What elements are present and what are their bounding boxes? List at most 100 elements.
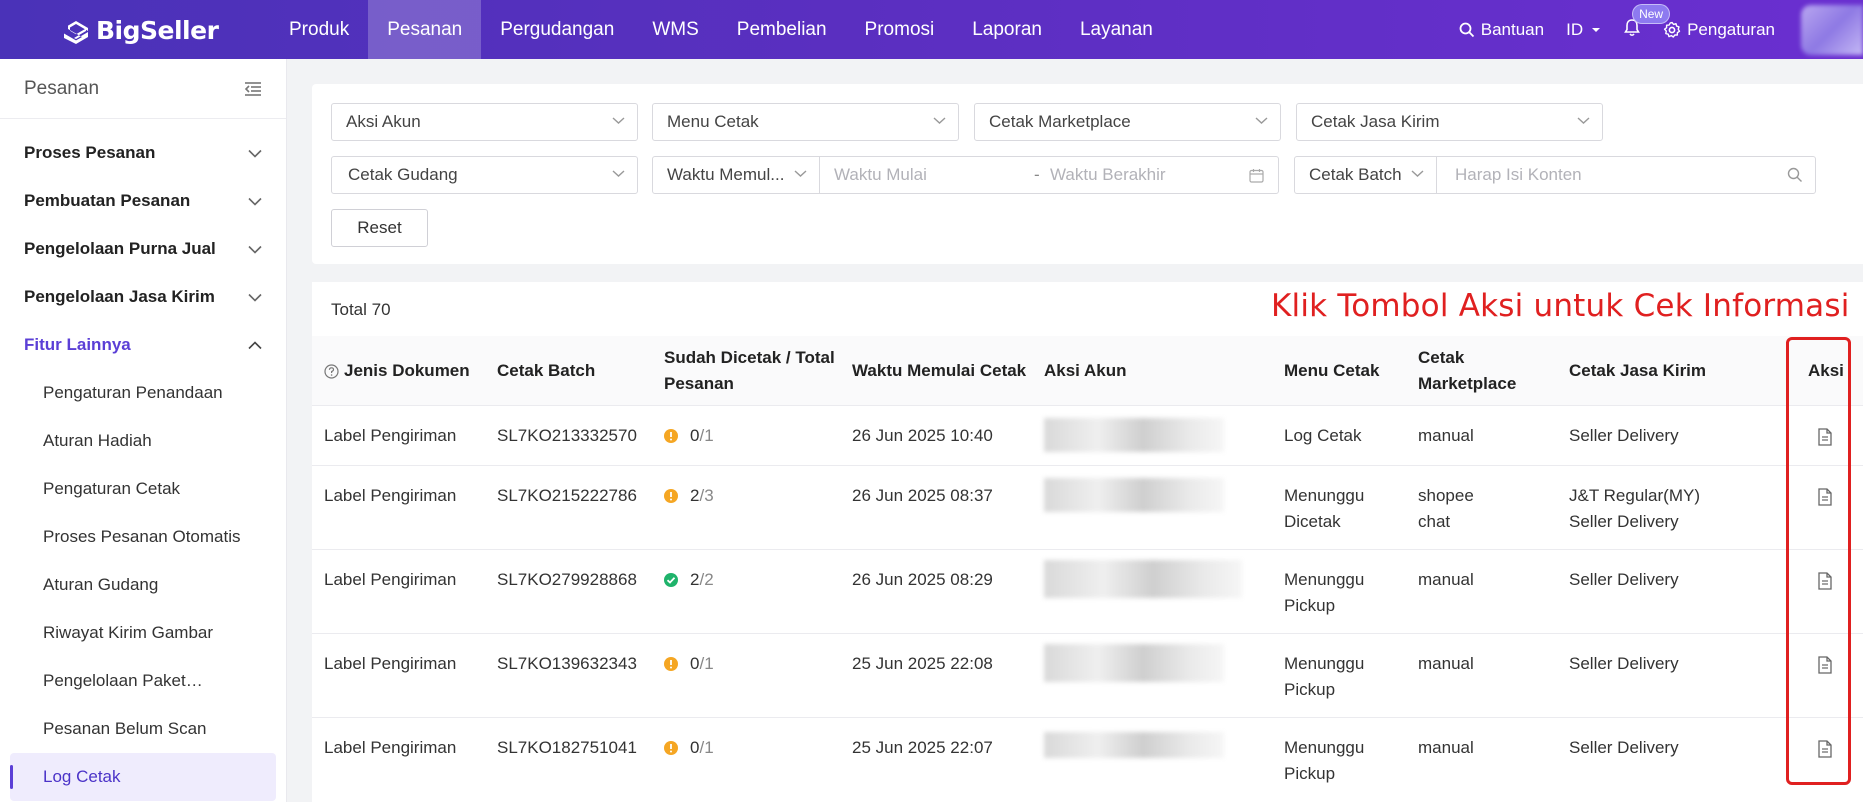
cell-menu: Menunggu Pickup: [1284, 567, 1364, 619]
cell-menu-line-2: Pickup: [1284, 764, 1336, 783]
table-row: Label Pengiriman SL7KO182751041 0/1 25 J…: [312, 718, 1863, 802]
nav-pesanan[interactable]: Pesanan: [368, 0, 482, 59]
cetak-jasa-kirim-select[interactable]: Cetak Jasa Kirim: [1296, 103, 1603, 141]
settings-link[interactable]: Pengaturan: [1663, 20, 1775, 40]
nav-promosi[interactable]: Promosi: [846, 0, 954, 59]
chevron-down-icon: [933, 117, 946, 124]
sidebar-group-label: Fitur Lainnya: [24, 335, 131, 354]
cell-waktu: 26 Jun 2025 08:37: [852, 486, 993, 505]
cell-jenis: Label Pengiriman: [324, 426, 457, 445]
nav-wms[interactable]: WMS: [633, 0, 717, 59]
logo-text: BigSeller: [96, 15, 219, 45]
search-icon: [1459, 22, 1474, 37]
menu-cetak-select[interactable]: Menu Cetak: [652, 103, 959, 141]
main-nav: Produk Pesanan Pergudangan WMS Pembelian…: [270, 0, 1172, 59]
cell-batch: SL7KO182751041: [497, 738, 637, 757]
cetak-gudang-select[interactable]: Cetak Gudang: [331, 156, 638, 194]
aksi-akun-placeholder: Aksi Akun: [346, 112, 421, 131]
cell-waktu: 25 Jun 2025 22:08: [852, 654, 993, 673]
search-type-select[interactable]: Cetak Batch: [1294, 156, 1437, 194]
cell-marketplace: shopee chat: [1418, 483, 1474, 535]
menu-cetak-placeholder: Menu Cetak: [667, 112, 759, 131]
nav-pergudangan[interactable]: Pergudangan: [481, 0, 633, 59]
start-date-input[interactable]: Waktu Mulai: [834, 165, 1034, 185]
cell-batch: SL7KO139632343: [497, 654, 637, 673]
end-date-input[interactable]: Waktu Berakhir: [1050, 165, 1230, 185]
cell-marketplace: manual: [1418, 651, 1474, 677]
language-select[interactable]: ID: [1566, 20, 1601, 40]
cell-menu-line-1: Menunggu: [1284, 486, 1365, 505]
nav-pembelian[interactable]: Pembelian: [718, 0, 846, 59]
cell-status: 2/2: [664, 567, 714, 593]
aksi-akun-select[interactable]: Aksi Akun: [331, 103, 638, 141]
date-range-picker[interactable]: Waktu Mulai - Waktu Berakhir: [819, 156, 1279, 194]
language-label: ID: [1566, 19, 1584, 39]
document-icon[interactable]: [1817, 740, 1833, 758]
menu-collapse-icon[interactable]: [244, 81, 262, 97]
sidebar-group-pembuatan-pesanan[interactable]: Pembuatan Pesanan: [0, 177, 286, 225]
sidebar-item-aturan-gudang[interactable]: Aturan Gudang: [0, 561, 286, 609]
document-icon[interactable]: [1817, 572, 1833, 590]
sidebar-item-pengelolaan-paket[interactable]: Pengelolaan Paket…: [0, 657, 286, 705]
cetak-marketplace-select[interactable]: Cetak Marketplace: [974, 103, 1281, 141]
print-log-table: Total 70 Jenis Dokumen Cetak Batch Sudah…: [312, 282, 1863, 802]
sidebar-group-purna-jual[interactable]: Pengelolaan Purna Jual: [0, 225, 286, 273]
cell-marketplace: manual: [1418, 735, 1474, 761]
col-cetak-marketplace: Cetak Marketplace: [1418, 336, 1516, 406]
total-orders: /1: [699, 654, 714, 673]
col-jenis-label: Jenis Dokumen: [344, 361, 470, 380]
cell-mp-line-1: shopee: [1418, 486, 1474, 505]
chevron-down-icon: [612, 117, 625, 124]
nav-laporan[interactable]: Laporan: [953, 0, 1061, 59]
sidebar: Pesanan Proses Pesanan Pembuatan Pesanan…: [0, 59, 287, 802]
annotation-text: Klik Tombol Aksi untuk Cek Informasi: [1271, 288, 1850, 324]
filter-panel: Aksi Akun Menu Cetak Cetak Marketplace C…: [312, 84, 1863, 264]
waktu-type-select[interactable]: Waktu Memul...: [652, 156, 820, 194]
reset-button[interactable]: Reset: [331, 209, 428, 247]
nav-layanan[interactable]: Layanan: [1061, 0, 1172, 59]
logo[interactable]: BigSeller: [62, 14, 219, 46]
cell-mp-line-1: manual: [1418, 738, 1474, 757]
cell-menu-line-1: Menunggu: [1284, 654, 1365, 673]
sidebar-group-fitur-lainnya[interactable]: Fitur Lainnya: [0, 321, 286, 369]
cetak-gudang-placeholder: Cetak Gudang: [348, 165, 458, 184]
help-link[interactable]: Bantuan: [1459, 20, 1544, 40]
sidebar-item-proses-pesanan-otomatis[interactable]: Proses Pesanan Otomatis: [0, 513, 286, 561]
question-circle-icon[interactable]: [324, 363, 339, 379]
col-waktu-memulai-cetak: Waktu Memulai Cetak: [852, 361, 1027, 380]
document-icon[interactable]: [1817, 428, 1833, 446]
gear-icon: [1663, 21, 1681, 38]
printed-count: 0: [690, 426, 700, 445]
cell-jasa-line-2: Seller Delivery: [1569, 512, 1679, 531]
sidebar-item-aturan-hadiah[interactable]: Aturan Hadiah: [0, 417, 286, 465]
cell-mp-line-1: manual: [1418, 570, 1474, 589]
col-sudah-label-1: Sudah Dicetak / Total: [664, 348, 835, 367]
sidebar-item-pengaturan-penandaan[interactable]: Pengaturan Penandaan: [0, 369, 286, 417]
sidebar-item-pengaturan-cetak[interactable]: Pengaturan Cetak: [0, 465, 286, 513]
sidebar-item-riwayat-kirim-gambar[interactable]: Riwayat Kirim Gambar: [0, 609, 286, 657]
cetak-jasa-kirim-placeholder: Cetak Jasa Kirim: [1311, 112, 1440, 131]
cell-jasa-line-1: Seller Delivery: [1569, 570, 1679, 589]
search-input[interactable]: Harap Isi Konten: [1436, 156, 1816, 194]
chevron-down-icon: [1577, 117, 1590, 124]
help-label: Bantuan: [1480, 19, 1545, 39]
document-icon[interactable]: [1817, 488, 1833, 506]
chevron-down-icon: [248, 197, 262, 206]
cell-mp-line-1: manual: [1418, 426, 1474, 445]
avatar[interactable]: [1801, 4, 1863, 55]
document-icon[interactable]: [1817, 656, 1833, 674]
sidebar-group-proses-pesanan[interactable]: Proses Pesanan: [0, 129, 286, 177]
sidebar-item-pesanan-belum-scan[interactable]: Pesanan Belum Scan: [0, 705, 286, 753]
notifications-button[interactable]: New: [1623, 3, 1671, 42]
nav-produk[interactable]: Produk: [270, 0, 368, 59]
sidebar-item-log-cetak[interactable]: Log Cetak: [10, 753, 276, 801]
top-right-tools: Bantuan ID New Pengaturan: [1459, 0, 1863, 59]
col-sudah-label-2: Pesanan: [664, 374, 734, 393]
sidebar-group-jasa-kirim[interactable]: Pengelolaan Jasa Kirim: [0, 273, 286, 321]
chevron-down-icon: [1411, 170, 1424, 177]
col-jenis-dokumen: Jenis Dokumen: [324, 336, 470, 406]
cell-batch: SL7KO279928868: [497, 570, 637, 589]
cell-menu: Log Cetak: [1284, 423, 1362, 449]
cell-marketplace: manual: [1418, 423, 1474, 449]
search-icon[interactable]: [1787, 167, 1803, 183]
